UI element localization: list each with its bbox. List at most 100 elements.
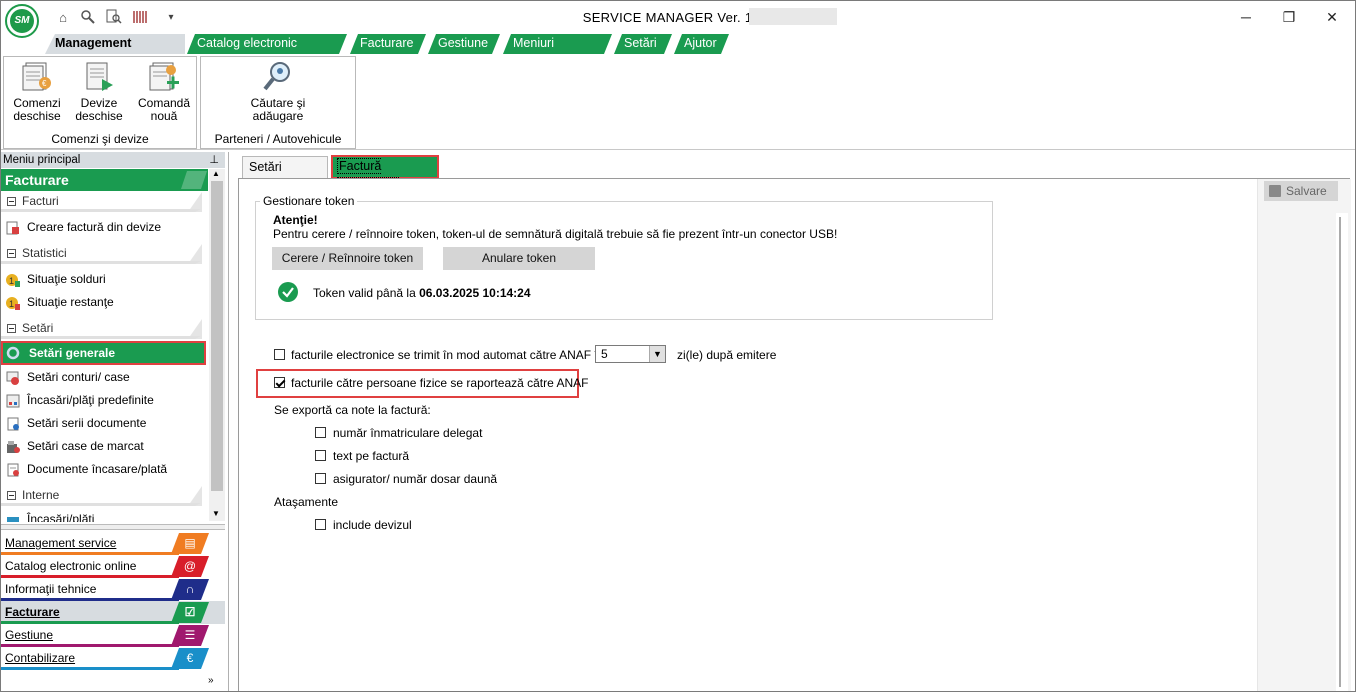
module-color-bar: [1, 667, 179, 670]
auto-send-checkbox[interactable]: [274, 349, 285, 360]
export-insurer-label: asigurator/ număr dosar daună: [333, 472, 498, 486]
section-facturi[interactable]: Facturi: [1, 192, 206, 212]
module-label: Facturare: [5, 605, 60, 619]
svg-text:1: 1: [9, 276, 14, 286]
module-gestiune[interactable]: Gestiune ☰: [1, 624, 225, 647]
section-underline: [1, 261, 201, 264]
svg-text:1: 1: [9, 299, 14, 309]
application-window: SM ⌂ ▾ SERVICE MANAGER Ver. 1.8.7 ─ ❐ ✕ …: [0, 0, 1356, 692]
nav-item-label: Setări generale: [29, 346, 116, 360]
floppy-disk-icon: [1269, 185, 1281, 197]
payments-icon: [6, 512, 20, 522]
module-catalog-electronic-online[interactable]: Catalog electronic online @: [1, 555, 225, 578]
module-facturare[interactable]: Facturare ☑: [1, 601, 225, 624]
section-label: Setări: [22, 321, 54, 335]
cancel-token-button[interactable]: Anulare token: [443, 247, 595, 270]
collapse-icon[interactable]: [7, 249, 16, 259]
devize-deschise-button[interactable]: Devize deschise: [70, 59, 128, 123]
comenzi-deschise-button[interactable]: € Comenzi deschise: [8, 59, 66, 123]
facturare-title-icon: [181, 171, 207, 189]
tab-ajutor[interactable]: Ajutor: [674, 34, 729, 54]
days-value: 5: [601, 347, 608, 361]
nav-item-label: Situaţie restanţe: [27, 295, 114, 309]
report-persons-checkbox[interactable]: [274, 377, 285, 388]
nav-item-incasari-plati-predefinite[interactable]: Încasări/plăţi predefinite: [1, 389, 206, 411]
maximize-button[interactable]: ❐: [1266, 1, 1312, 33]
overdue-status-icon: 1: [6, 295, 20, 310]
ribbon-group-parteneri: Căutare şi adăugare Parteneri / Autovehi…: [200, 56, 356, 149]
tab-setari-generale[interactable]: Setări generale: [242, 156, 328, 194]
scroll-thumb[interactable]: [211, 181, 223, 491]
invoice-from-estimate-icon: [6, 220, 20, 235]
title-bar: SM ⌂ ▾ SERVICE MANAGER Ver. 1.8.7 ─ ❐ ✕: [1, 1, 1355, 38]
svg-text:€: €: [42, 79, 47, 88]
comanda-noua-button[interactable]: Comandă nouă: [134, 59, 194, 123]
content-tabs: Setări generale Factură electronică: [232, 152, 1355, 194]
scroll-down-icon[interactable]: ▼: [212, 509, 220, 518]
module-informatii-tehnice[interactable]: Informaţii tehnice ∩: [1, 578, 225, 601]
nav-item-setari-generale[interactable]: Setări generale: [1, 341, 206, 365]
scroll-up-icon[interactable]: ▲: [212, 169, 220, 178]
export-notes-heading: Se exportă ca note la factură:: [274, 403, 431, 417]
nav-header-label: Meniu principal: [3, 154, 81, 166]
nav-item-incasari-plati[interactable]: Încasări/plăţi: [1, 508, 206, 522]
tab-setari[interactable]: Setări: [614, 34, 672, 54]
balance-status-icon: 1: [6, 272, 20, 287]
nav-item-situatie-solduri[interactable]: 1 Situaţie solduri: [1, 268, 206, 290]
redacted-version: [749, 8, 837, 25]
pin-icon[interactable]: ⊥: [209, 152, 219, 168]
tab-catalog-electronic-online[interactable]: Catalog electronic online: [187, 34, 347, 54]
module-label: Contabilizare: [5, 651, 76, 665]
auto-send-suffix: zi(le) după emitere: [677, 348, 777, 362]
save-button[interactable]: Salvare: [1264, 181, 1338, 201]
include-estimate-checkbox[interactable]: [315, 519, 326, 530]
token-status-date: 06.03.2025 10:14:24: [419, 286, 531, 300]
section-setari[interactable]: Setări: [1, 319, 206, 339]
nav-item-label: Încasări/plăţi: [27, 512, 95, 522]
expand-more-icon[interactable]: »: [208, 675, 214, 686]
export-insurer-checkbox[interactable]: [315, 473, 326, 484]
module-label: Gestiune: [5, 628, 54, 642]
cautare-adaugare-button[interactable]: Căutare şi adăugare: [233, 59, 323, 123]
button-label: deschise: [13, 109, 61, 123]
nav-item-setari-case-de-marcat[interactable]: Setări case de marcat: [1, 435, 206, 457]
button-label: adăugare: [252, 109, 304, 123]
nav-item-label: Creare factură din devize: [27, 220, 162, 234]
module-management-service[interactable]: Management service ▤: [1, 532, 225, 555]
tab-management-service[interactable]: Management service: [45, 34, 185, 54]
nav-item-setari-conturi-case[interactable]: Setări conturi/ case: [1, 366, 206, 388]
days-select[interactable]: 5 ▼: [595, 345, 666, 363]
collapse-icon[interactable]: [7, 324, 16, 334]
section-interne[interactable]: Interne: [1, 486, 206, 506]
nav-item-creare-factura-din-devize[interactable]: Creare factură din devize: [1, 216, 206, 238]
nav-item-situatie-restante[interactable]: 1 Situaţie restanţe: [1, 291, 206, 313]
catalog-icon: @: [171, 556, 209, 577]
close-button[interactable]: ✕: [1309, 1, 1355, 33]
chevron-down-icon[interactable]: ▼: [649, 346, 665, 362]
module-contabilizare[interactable]: Contabilizare €: [1, 647, 225, 670]
export-delegate-plate-checkbox[interactable]: [315, 427, 326, 438]
splitter[interactable]: [1, 524, 225, 530]
technical-info-icon: ∩: [171, 579, 209, 600]
open-estimates-icon: [82, 59, 116, 93]
payment-documents-icon: [6, 462, 20, 477]
button-label: nouă: [150, 109, 178, 123]
tab-label: Ajutor: [684, 36, 717, 50]
nav-item-label: Documente încasare/plată: [27, 462, 168, 476]
nav-item-documente-incasare-plata[interactable]: Documente încasare/plată: [1, 458, 206, 480]
tab-factura-electronica[interactable]: Factură electronică: [331, 155, 439, 193]
nav-item-setari-serii-documente[interactable]: Setări serii documente: [1, 412, 206, 434]
collapse-icon[interactable]: [7, 491, 16, 501]
tab-gestiune[interactable]: Gestiune: [428, 34, 500, 54]
logo-text: SM: [10, 9, 34, 33]
tab-meniuri-favorite[interactable]: Meniuri favorite: [503, 34, 612, 54]
export-invoice-text-checkbox[interactable]: [315, 450, 326, 461]
section-statistici[interactable]: Statistici: [1, 244, 206, 264]
collapse-icon[interactable]: [7, 197, 16, 207]
section-underline: [1, 503, 201, 506]
tab-facturare[interactable]: Facturare: [350, 34, 426, 54]
minimize-button[interactable]: ─: [1223, 1, 1269, 33]
nav-scrollbar[interactable]: ▲ ▼: [209, 169, 225, 521]
nav-title: Facturare: [1, 169, 208, 191]
request-token-button[interactable]: Cerere / Reînnoire token: [272, 247, 423, 270]
